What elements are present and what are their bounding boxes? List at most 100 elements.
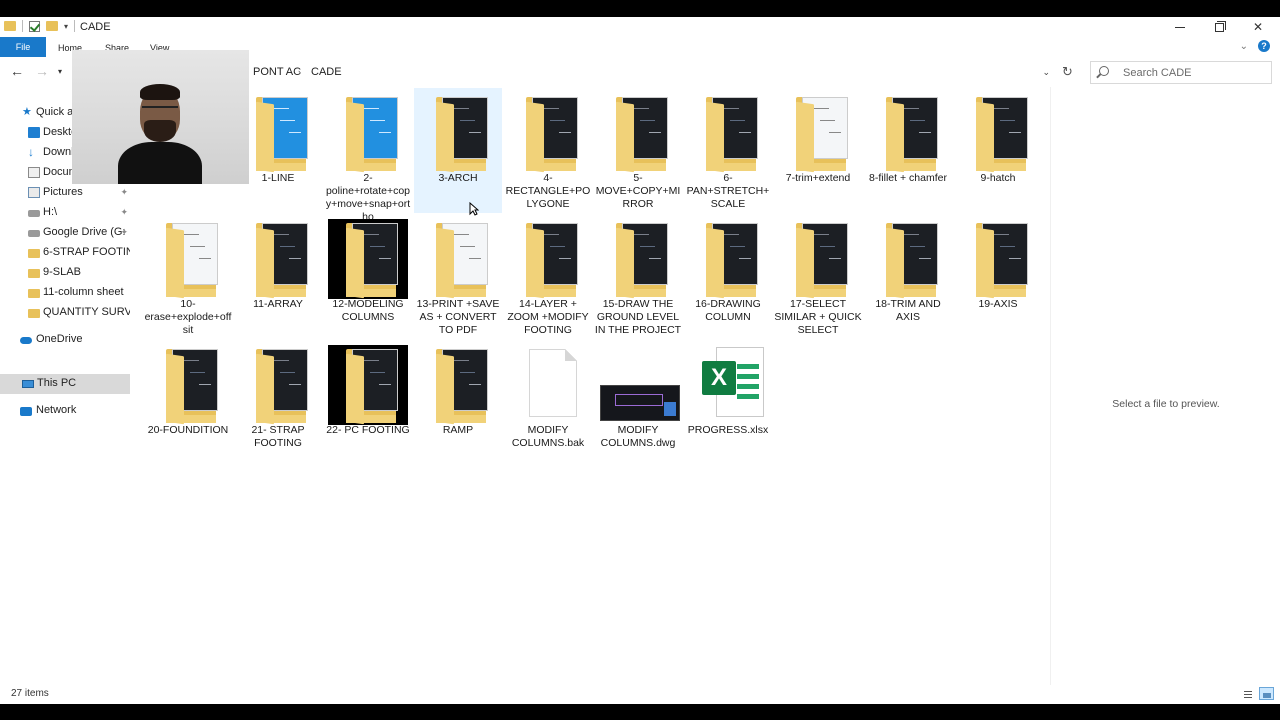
file-name-label: RAMP [442,424,474,436]
folder-item-10-erase-explode-offsit[interactable]: 10-erase+explode+offsit [144,214,232,339]
folder-item-11-array[interactable]: 11-ARRAY [234,214,322,339]
file-name-label: 6-PAN+STRETCH+SCALE [686,172,770,210]
nav-item-label: QUANTITY SURVEYI [43,306,130,318]
folder-icon [958,219,1038,299]
nav-item-google-drive[interactable]: Google Drive (G: ✦ [0,223,130,243]
folder-item-14-layer-zoom-modify-footing[interactable]: 14-LAYER + ZOOM +MODIFY FOOTING [504,214,592,339]
folder-item-16-drawing-column[interactable]: 16-DRAWING COLUMN [684,214,772,339]
back-arrow-icon[interactable]: ← [10,63,24,79]
folder-icon [28,289,40,298]
file-list: 0-presentation1-LINE2-poline+rotate+copy… [130,87,1050,687]
presenter-image [118,68,202,184]
folder-icon [28,269,40,278]
refresh-icon[interactable]: ↻ [1062,64,1073,80]
folder-item-12-modeling-columns[interactable]: 12-MODELING COLUMNS [324,214,412,339]
folder-item-9-hatch[interactable]: 9-hatch [954,88,1042,213]
file-name-label: 5-MOVE+COPY+MIRROR [595,172,681,210]
breadcrumb-cade[interactable]: CADE [311,66,342,78]
this-pc-icon [22,380,34,388]
nav-item-9-slab[interactable]: 9-SLAB [0,263,130,283]
breadcrumb-separator-icon[interactable]: › [298,67,301,77]
folder-icon [28,309,40,318]
folder-icon [328,93,408,173]
folder-item-7-trim-extend[interactable]: 7-trim+extend [774,88,862,213]
large-icons-view-icon[interactable] [1259,687,1274,700]
file-name-label: 8-fillet + chamfer [869,172,947,184]
download-icon: ↓ [28,145,34,159]
folder-item-19-axis[interactable]: 19-AXIS [954,214,1042,339]
folder-item-17-select-similar-quick-select[interactable]: 17-SELECT SIMILAR + QUICK SELECT [774,214,862,339]
drive-icon [28,210,40,217]
address-dropdown-chevron-icon[interactable]: ⌄ [1042,67,1050,78]
preview-message: Select a file to preview. [1112,398,1220,410]
folder-item-20-foundition[interactable]: 20-FOUNDITION [144,340,232,465]
preview-pane: Select a file to preview. [1050,87,1280,687]
dwg-file-thumbnail-icon [598,345,680,425]
folder-item-13-print-save-as-convert-to-pdf[interactable]: 13-PRINT +SAVE AS + CONVERT TO PDF [414,214,502,339]
file-name-label: 11-ARRAY [253,298,303,310]
nav-item-quantity-surveying[interactable]: QUANTITY SURVEYI [0,303,130,323]
forward-arrow-icon[interactable]: → [35,63,49,79]
folder-item-18-trim-and-axis[interactable]: 18-TRIM AND AXIS [864,214,952,339]
folder-icon [328,219,408,299]
restore-button[interactable] [1199,17,1239,37]
folder-item-21-strap-footing[interactable]: 21- STRAP FOOTING [234,340,322,465]
nav-item-11-column-sheet[interactable]: 11-column sheet [0,283,130,303]
file-item-progress-xlsx[interactable]: X PROGRESS.xlsx [684,340,772,465]
nav-item-label: Google Drive (G: [43,226,126,238]
folder-item-15-draw-the-ground-level-in-the-project[interactable]: 15-DRAW THE GROUND LEVEL IN THE PROJECT [594,214,682,339]
folder-icon [148,345,228,425]
folder-item-4-rectangle-polygone[interactable]: 4-RECTANGLE+POLYGONE [504,88,592,213]
file-item-modify-columns-dwg[interactable]: MODIFY COLUMNS.dwg [594,340,682,465]
folder-icon [328,345,408,425]
folder-item-8-fillet-chamfer[interactable]: 8-fillet + chamfer [864,88,952,213]
blank-file-icon [508,345,588,425]
tab-file[interactable]: File [0,37,46,57]
quick-access-toolbar: ▾ [4,20,76,32]
folder-icon [508,93,588,173]
breadcrumb-pont-ac[interactable]: PONT AC [253,66,301,78]
close-button[interactable]: ✕ [1238,17,1278,37]
address-bar[interactable]: PONT AC › CADE ⌄ [245,61,1057,84]
onedrive-icon [20,337,32,344]
expand-ribbon-chevron-icon[interactable]: ⌄ [1240,41,1248,52]
file-item-modify-columns-bak[interactable]: MODIFY COLUMNS.bak [504,340,592,465]
documents-icon [28,167,40,178]
nav-item-onedrive[interactable]: OneDrive [0,330,130,350]
file-name-label: 3-ARCH [438,172,478,184]
file-name-label: 16-DRAWING COLUMN [695,298,761,323]
folder-icon [4,21,16,31]
folder-icon [508,219,588,299]
pin-icon: ✦ [120,187,128,197]
folder-item-5-move-copy-mirror[interactable]: 5-MOVE+COPY+MIRROR [594,88,682,213]
file-name-label: 17-SELECT SIMILAR + QUICK SELECT [774,298,862,336]
folder-icon [418,93,498,173]
folder-item-3-arch[interactable]: 3-ARCH [414,88,502,213]
search-box[interactable]: Search CADE [1090,61,1272,84]
details-view-icon[interactable] [1240,687,1255,700]
customize-toolbar-chevron-icon[interactable]: ▾ [64,22,68,31]
folder-item-22-pc-footing[interactable]: 22- PC FOOTING [324,340,412,465]
properties-icon[interactable] [29,20,40,32]
minimize-icon [1175,26,1185,28]
restore-icon [1214,20,1226,32]
folder-icon [688,93,768,173]
nav-item-pictures[interactable]: Pictures ✦ [0,183,130,203]
recent-locations-chevron-icon[interactable]: ▾ [58,67,62,76]
nav-item-this-pc[interactable]: This PC [0,374,130,394]
minimize-button[interactable] [1160,17,1200,37]
folder-item-6-pan-stretch-scale[interactable]: 6-PAN+STRETCH+SCALE [684,88,772,213]
nav-item-network[interactable]: Network [0,401,130,421]
window-title: CADE [80,21,111,33]
file-name-label: 21- STRAP FOOTING [251,424,305,449]
folder-icon [778,219,858,299]
folder-icon [598,93,678,173]
new-folder-icon[interactable] [46,21,58,31]
folder-item-ramp[interactable]: RAMP [414,340,502,465]
file-name-label: 10-erase+explode+offsit [144,298,232,336]
nav-item-6-strap-footing[interactable]: 6-STRAP FOOTING [0,243,130,263]
desktop-icon [28,127,40,138]
nav-item-h-drive[interactable]: H:\ ✦ [0,203,130,223]
folder-item-2-poline-rotate-copy-move-snap-ortho[interactable]: 2-poline+rotate+copy+move+snap+ortho [324,88,412,223]
help-icon[interactable]: ? [1258,40,1270,52]
